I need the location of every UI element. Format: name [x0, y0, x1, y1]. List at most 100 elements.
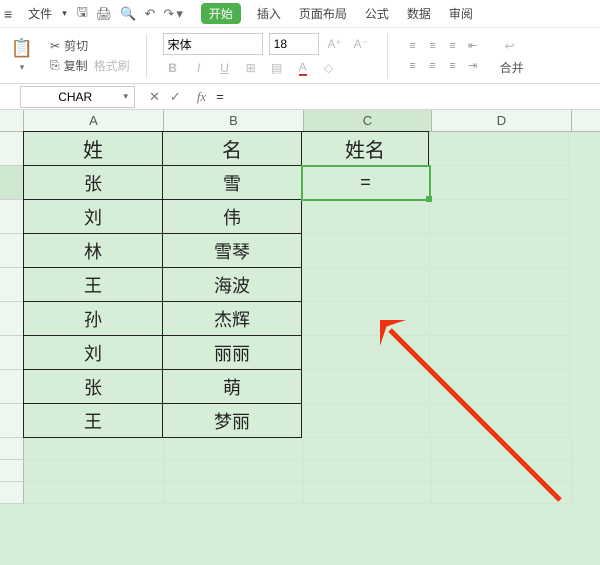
cell-C2[interactable]: =: [302, 166, 430, 200]
cell-B12[interactable]: [164, 482, 304, 504]
row-header[interactable]: [0, 166, 24, 200]
tab-review[interactable]: 审阅: [447, 3, 475, 24]
copy-button[interactable]: ⎘ 复制: [50, 57, 88, 74]
cell-A12[interactable]: [24, 482, 164, 504]
align-left-icon[interactable]: ≡: [404, 57, 422, 75]
row-header[interactable]: [0, 336, 24, 370]
tab-start[interactable]: 开始: [201, 3, 241, 24]
align-middle-icon[interactable]: ≡: [424, 37, 442, 55]
cell-A2[interactable]: 张: [23, 165, 163, 200]
cell-C5[interactable]: [302, 268, 430, 302]
cell-B5[interactable]: 海波: [162, 267, 302, 302]
cell-C8[interactable]: [302, 370, 430, 404]
highlight-button[interactable]: ◇: [319, 58, 339, 78]
fx-icon[interactable]: fx: [197, 89, 206, 105]
cell-B7[interactable]: 丽丽: [162, 335, 302, 370]
italic-button[interactable]: I: [189, 58, 209, 78]
cell-C9[interactable]: [302, 404, 430, 438]
row-header[interactable]: [0, 132, 24, 166]
cell-B11[interactable]: [164, 460, 304, 482]
col-header-C[interactable]: C: [304, 110, 432, 131]
cell-A3[interactable]: 刘: [23, 199, 163, 234]
tab-formula[interactable]: 公式: [363, 3, 391, 24]
row-header[interactable]: [0, 234, 24, 268]
format-painter-button[interactable]: 格式刷: [94, 57, 130, 74]
cell-A8[interactable]: 张: [23, 369, 163, 404]
row-header[interactable]: [0, 200, 24, 234]
cell-C12[interactable]: [304, 482, 432, 504]
underline-button[interactable]: U: [215, 58, 235, 78]
cell-A5[interactable]: 王: [23, 267, 163, 302]
cancel-formula-icon[interactable]: ✕: [149, 89, 160, 105]
tab-insert[interactable]: 插入: [255, 3, 283, 24]
indent-left-icon[interactable]: ⇤: [464, 37, 482, 55]
paste-icon[interactable]: 📋: [12, 39, 32, 59]
cell-B8[interactable]: 萌: [162, 369, 302, 404]
cell-B1[interactable]: 名: [162, 131, 302, 166]
cell-C11[interactable]: [304, 460, 432, 482]
decrease-font-icon[interactable]: A⁻: [351, 34, 371, 54]
font-color-button[interactable]: A: [293, 58, 313, 78]
cell-A1[interactable]: 姓: [23, 131, 163, 166]
cut-button[interactable]: ✂ 剪切: [50, 37, 130, 54]
row-header[interactable]: [0, 370, 24, 404]
name-box-dropdown-icon[interactable]: ▾: [123, 91, 128, 102]
accept-formula-icon[interactable]: ✓: [170, 89, 181, 105]
cell-D8[interactable]: [430, 370, 570, 404]
cell-D3[interactable]: [430, 200, 570, 234]
border-button[interactable]: ⊞: [241, 58, 261, 78]
menu-icon[interactable]: ≡: [4, 6, 12, 22]
cell-D10[interactable]: [432, 438, 572, 460]
row-header[interactable]: [0, 302, 24, 336]
cell-B10[interactable]: [164, 438, 304, 460]
cell-C1[interactable]: 姓名: [301, 131, 429, 166]
tab-page-layout[interactable]: 页面布局: [297, 3, 349, 24]
cell-B4[interactable]: 雪琴: [162, 233, 302, 268]
row-header[interactable]: [0, 268, 24, 302]
align-right-icon[interactable]: ≡: [444, 57, 462, 75]
cell-D1[interactable]: [429, 132, 569, 166]
cell-D6[interactable]: [430, 302, 570, 336]
cell-D12[interactable]: [432, 482, 572, 504]
col-header-D[interactable]: D: [432, 110, 572, 131]
qat-dropdown-icon[interactable]: ▾: [176, 6, 183, 22]
bold-button[interactable]: B: [163, 58, 183, 78]
name-box[interactable]: CHAR ▾: [20, 86, 135, 108]
cell-C10[interactable]: [304, 438, 432, 460]
merge-button[interactable]: 合并: [500, 59, 524, 76]
cell-A9[interactable]: 王: [23, 403, 163, 438]
cell-B3[interactable]: 伟: [162, 199, 302, 234]
cell-B2[interactable]: 雪: [162, 165, 302, 200]
file-menu[interactable]: 文件: [22, 3, 58, 24]
cell-D11[interactable]: [432, 460, 572, 482]
cell-D9[interactable]: [430, 404, 570, 438]
preview-icon[interactable]: 🔍: [120, 6, 136, 22]
cell-D7[interactable]: [430, 336, 570, 370]
cell-A10[interactable]: [24, 438, 164, 460]
increase-font-icon[interactable]: A⁺: [325, 34, 345, 54]
cell-A7[interactable]: 刘: [23, 335, 163, 370]
cell-A4[interactable]: 林: [23, 233, 163, 268]
cell-D2[interactable]: [430, 166, 570, 200]
col-header-B[interactable]: B: [164, 110, 304, 131]
fill-color-button[interactable]: ▤: [267, 58, 287, 78]
cell-C6[interactable]: [302, 302, 430, 336]
cell-C4[interactable]: [302, 234, 430, 268]
formula-input[interactable]: =: [216, 89, 600, 104]
cell-A6[interactable]: 孙: [23, 301, 163, 336]
align-center-icon[interactable]: ≡: [424, 57, 442, 75]
redo-icon[interactable]: ↷: [163, 6, 174, 22]
undo-icon[interactable]: ↶: [145, 6, 156, 22]
print-icon[interactable]: 🖨: [96, 6, 113, 22]
cell-C3[interactable]: [302, 200, 430, 234]
row-header[interactable]: [0, 482, 24, 504]
row-header[interactable]: [0, 404, 24, 438]
cell-C7[interactable]: [302, 336, 430, 370]
select-all-corner[interactable]: [0, 110, 24, 131]
file-dropdown-icon[interactable]: ▾: [62, 8, 67, 19]
indent-right-icon[interactable]: ⇥: [464, 57, 482, 75]
cell-A11[interactable]: [24, 460, 164, 482]
font-name-combo[interactable]: [163, 33, 263, 55]
cell-D4[interactable]: [430, 234, 570, 268]
font-size-combo[interactable]: [269, 33, 319, 55]
